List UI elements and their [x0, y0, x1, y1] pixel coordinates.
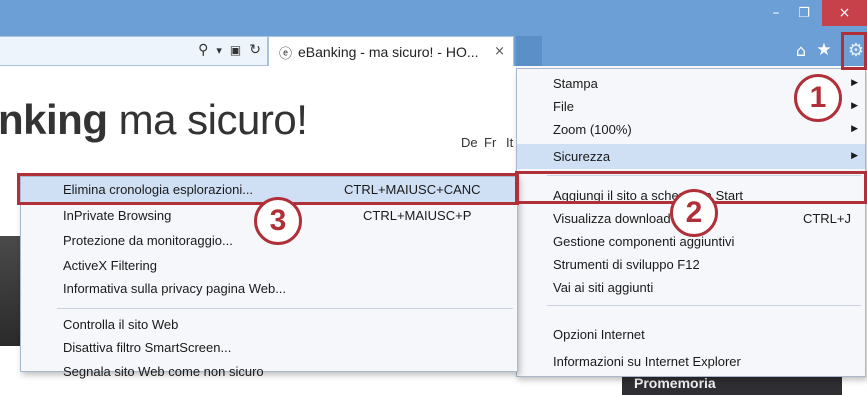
home-icon[interactable]: ⌂: [791, 38, 811, 62]
menu-item-f12[interactable]: Strumenti di sviluppo F12: [517, 253, 865, 276]
maximize-icon: ❐: [798, 5, 810, 21]
browser-tab[interactable]: ⓔ eBanking - ma sicuro! - HO... ×: [268, 36, 514, 67]
site-title-rest: ma sicuro!: [107, 96, 308, 143]
menu-item-label: Informativa sulla privacy pagina Web...: [63, 281, 287, 296]
menu-item-shortcut: CTRL+J: [802, 211, 851, 226]
page-banner-image: [0, 236, 22, 346]
step2-badge: 2: [670, 189, 718, 237]
menu-item-label: Strumenti di sviluppo F12: [553, 257, 700, 272]
menu-item-label: Protezione da monitoraggio...: [63, 233, 233, 248]
menu-item-label: Disattiva filtro SmartScreen...: [63, 340, 232, 355]
lang-it-link[interactable]: It: [506, 135, 513, 150]
submenu-item-privacy[interactable]: Informativa sulla privacy pagina Web...: [21, 277, 517, 300]
favorites-icon[interactable]: ★: [814, 38, 834, 62]
step1-badge: 1: [794, 74, 842, 122]
menu-item-label: Opzioni Internet: [553, 327, 645, 342]
menu-item-sicurezza[interactable]: Sicurezza ▶: [517, 144, 865, 169]
menu-item-label: ActiveX Filtering: [63, 258, 157, 273]
menu-item-label: Zoom (100%): [553, 122, 632, 137]
menu-item-label: Gestione componenti aggiuntivi: [553, 234, 735, 249]
menu-separator: [547, 305, 861, 306]
menu-item-label: Segnala sito Web come non sicuro: [63, 364, 264, 379]
search-icon[interactable]: ⚲: [198, 42, 208, 58]
lang-fr-link[interactable]: Fr: [484, 135, 496, 150]
minimize-button[interactable]: –: [764, 0, 788, 26]
new-tab-button[interactable]: [516, 36, 542, 66]
submenu-item-smartscreen[interactable]: Disattiva filtro SmartScreen...: [21, 336, 517, 359]
close-icon: ×: [838, 5, 851, 21]
menu-item-siti-aggiunti[interactable]: Vai ai siti aggiunti: [517, 276, 865, 299]
submenu-arrow-icon: ▶: [851, 101, 858, 111]
tab-close-icon[interactable]: ×: [494, 44, 505, 59]
address-tools: ⚲ ▾ ▣ ↻: [198, 42, 261, 58]
site-title-bold: nking: [0, 96, 108, 143]
step3-badge: 3: [254, 197, 302, 245]
menu-item-label: Vai ai siti aggiunti: [553, 280, 654, 295]
title-bar: [0, 0, 867, 32]
submenu-item-controlla-sito[interactable]: Controlla il sito Web: [21, 313, 517, 336]
submenu-arrow-icon: ▶: [851, 78, 858, 88]
menu-item-opzioni-internet[interactable]: Opzioni Internet: [517, 323, 865, 346]
refresh-icon[interactable]: ↻: [249, 42, 261, 58]
submenu-arrow-icon: ▶: [851, 124, 858, 134]
lang-de-link[interactable]: De: [461, 135, 478, 150]
menu-item-label: File: [553, 99, 574, 114]
step1-highlight: [841, 32, 867, 70]
lock-icon[interactable]: ▣: [230, 43, 241, 57]
site-title: nking ma sicuro!: [0, 96, 308, 144]
close-button[interactable]: ×: [822, 0, 867, 26]
tab-title: eBanking - ma sicuro! - HO...: [298, 44, 479, 60]
menu-item-label: Visualizza download: [553, 211, 671, 226]
submenu-arrow-icon: ▶: [851, 151, 858, 161]
menu-item-shortcut: CTRL+MAIUSC+P: [363, 208, 472, 223]
menu-item-label: InPrivate Browsing: [63, 208, 172, 223]
menu-item-label: Stampa: [553, 76, 598, 91]
menu-item-label: Controlla il sito Web: [63, 317, 179, 332]
address-bar[interactable]: ⚲ ▾ ▣ ↻: [0, 36, 268, 66]
dropdown-icon[interactable]: ▾: [216, 44, 222, 57]
e-icon: ⓔ: [279, 46, 293, 62]
maximize-button[interactable]: ❐: [790, 0, 818, 26]
menu-item-label: Informazioni su Internet Explorer: [553, 354, 741, 369]
submenu-item-segnala[interactable]: Segnala sito Web come non sicuro: [21, 360, 517, 383]
menu-item-label: Sicurezza: [553, 149, 611, 164]
minimize-icon: –: [772, 5, 780, 21]
submenu-item-activex[interactable]: ActiveX Filtering: [21, 254, 517, 277]
menu-separator: [57, 308, 513, 309]
menu-item-informazioni[interactable]: Informazioni su Internet Explorer: [517, 350, 865, 373]
